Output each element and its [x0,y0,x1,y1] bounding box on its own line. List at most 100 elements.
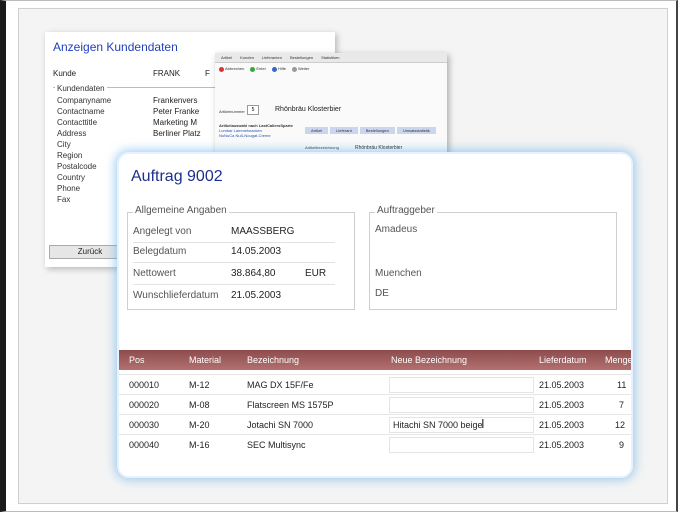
row3-pos: 000030 [129,420,160,430]
row3-quantity: 12 [615,420,626,430]
col-header-material[interactable]: Material [189,355,221,365]
net-value-value: 38.864,80 [231,268,276,279]
net-value-currency: EUR [305,268,327,279]
customer-window-title: Anzeigen Kundendaten [53,40,178,54]
row-divider [119,434,631,435]
client-name: Amadeus [375,224,418,235]
new-description-input[interactable] [389,437,534,453]
menu-item-artikel[interactable]: Artikel [221,53,232,62]
tab-bestellungen[interactable]: Bestellungen [359,127,395,134]
customer-field-label: Postalcode [57,162,97,171]
order-title: Auftrag 9002 [131,168,223,185]
customer-field-label: Contacttitle [57,118,98,127]
article-number-input[interactable]: 5 [247,105,259,115]
col-header-lieferdatum[interactable]: Lieferdatum [539,355,587,365]
article-description-value: Rhönbräu Klosterbier [355,145,403,151]
client-city: Muenchen [375,268,422,279]
kunde-value: FRANK [153,69,181,78]
help-toolbar-button[interactable]: Hilfe [271,66,286,72]
general-info-caption: Allgemeine Angaben [133,205,229,216]
customer-field-label: Contactname [57,107,105,116]
row1-pos: 000010 [129,380,160,390]
help-icon [271,66,277,72]
article-window: Artikel Kunden Lieferanten Bestellungen … [215,53,447,161]
row4-description: SEC Multisync [247,440,306,450]
table-header: Pos Material Bezeichnung Neue Bezeichnun… [119,350,631,370]
article-toolbar: Abbrechen Enter Hilfe Weiter [215,63,447,75]
row1-quantity: 11 [617,380,627,390]
row-divider [119,394,631,395]
order-window: Auftrag 9002 Allgemeine Angaben Angelegt… [119,154,631,476]
enter-icon [250,66,256,72]
row-divider [119,414,631,415]
cancel-icon [219,66,224,72]
next-icon [291,66,297,72]
article-name: Rhönbräu Klosterbier [275,106,342,113]
created-by-value: MAASSBERG [231,226,295,237]
customer-field-label: Region [57,151,83,160]
kunde-extra: F [205,69,210,78]
row-divider [133,242,335,243]
row3-material: M-20 [189,420,210,430]
customer-field-label: Fax [57,195,71,204]
article-number-label: Artikelnummer [219,109,245,114]
row4-pos: 000040 [129,440,160,450]
row-divider [133,262,335,263]
client-country: DE [375,288,389,299]
row-divider [133,284,335,285]
customer-field-value: Berliner Platz [153,129,201,138]
row2-pos: 000020 [129,400,160,410]
enter-toolbar-button[interactable]: Enter [250,66,266,72]
article-tabs: Artikel Lieferant Bestellungen Umsatzsta… [305,127,436,134]
row1-material: M-12 [189,380,210,390]
created-by-label: Angelegt von [133,226,192,237]
new-description-input[interactable] [389,377,534,393]
customer-field-label: Address [57,129,87,138]
customer-field-value: Peter Franke [153,107,200,116]
customer-group-title: Kundendaten [55,84,107,93]
cancel-toolbar-button[interactable]: Abbrechen [219,66,244,72]
row3-new-description[interactable]: Hitachi SN 7000 beige [393,420,483,430]
menu-item-lieferanten[interactable]: Lieferanten [262,53,282,62]
menu-item-kunden[interactable]: Kunden [240,53,254,62]
row-divider [119,374,631,375]
col-header-menge[interactable]: Menge [605,355,631,365]
row3-delivery-date: 21.05.2003 [539,420,585,430]
slide-canvas: Anzeigen Kundendaten Kunde FRANK F Kunde… [18,8,668,504]
row2-delivery-date: 21.05.2003 [539,400,585,410]
article-list[interactable]: Artikelauswahl nach LastCallersSparte Lu… [219,123,299,138]
new-description-input[interactable] [389,397,534,413]
tab-artikel[interactable]: Artikel [305,127,329,134]
next-toolbar-button[interactable]: Weiter [291,66,309,72]
menu-item-statistiken[interactable]: Statistiken [321,53,339,62]
row4-material: M-16 [189,440,210,450]
net-value-label: Nettowert [133,268,176,279]
row4-delivery-date: 21.05.2003 [539,440,585,450]
desired-delivery-value: 21.05.2003 [231,290,282,301]
row3-description: Jotachi SN 7000 [247,420,314,430]
tab-umsatzstatistik[interactable]: Umsatzstatistik [396,127,436,134]
row2-description: Flatscreen MS 1575P [247,400,334,410]
desired-delivery-label: Wunschlieferdatum [133,290,219,301]
customer-field-label: Country [57,173,86,182]
row4-quantity: 9 [619,440,625,450]
col-header-neue-bezeichnung[interactable]: Neue Bezeichnung [391,355,467,365]
customer-field-label: City [57,140,71,149]
row2-material: M-08 [189,400,210,410]
row2-quantity: 7 [619,400,625,410]
col-header-pos[interactable]: Pos [129,355,145,365]
document-date-label: Belegdatum [133,246,187,257]
document-date-value: 14.05.2003 [231,246,282,257]
row1-delivery-date: 21.05.2003 [539,380,585,390]
tab-lieferant[interactable]: Lieferant [330,127,358,134]
customer-field-value: Marketing M [153,118,198,127]
list-item[interactable]: NuNuCa Nuß-Nougat-Creme [219,133,299,138]
customer-field-value: Frankenvers [153,96,198,105]
customer-field-label: Companyname [57,96,112,105]
row1-description: MAG DX 15F/Fe [247,380,314,390]
kunde-label: Kunde [53,69,77,78]
article-description-label: Artikelbezeichnung [305,145,339,150]
menu-item-bestellungen[interactable]: Bestellungen [290,53,313,62]
article-menubar: Artikel Kunden Lieferanten Bestellungen … [215,53,447,63]
col-header-bezeichnung[interactable]: Bezeichnung [247,355,299,365]
